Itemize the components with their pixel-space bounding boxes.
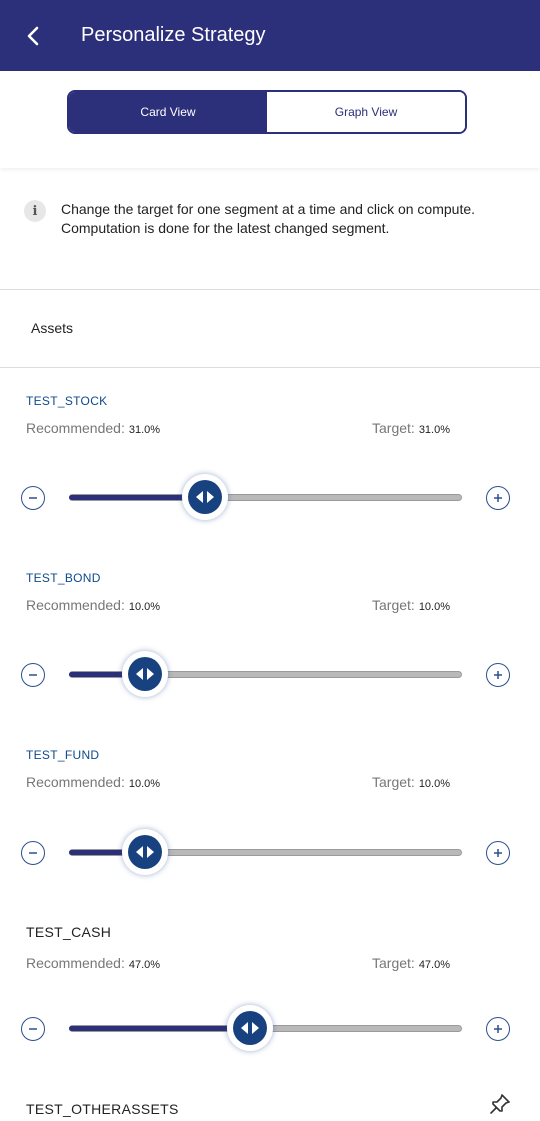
back-button[interactable] xyxy=(22,24,46,48)
decrease-button[interactable] xyxy=(21,663,45,687)
segment-name: TEST_STOCK xyxy=(26,394,108,408)
segment-card: TEST_FUND Recommended: 10.0% Target: 10.0% xyxy=(0,748,540,908)
decrease-button[interactable] xyxy=(21,1017,45,1041)
increase-button[interactable] xyxy=(486,1017,510,1041)
recommended-value: Recommended: 31.0% xyxy=(26,420,161,436)
assets-heading: Assets xyxy=(31,320,74,336)
plus-circle-icon xyxy=(494,671,502,679)
minus-circle-icon xyxy=(29,674,37,676)
increase-button[interactable] xyxy=(486,663,510,687)
view-toggle-area: Card View Graph View xyxy=(0,71,540,168)
divider xyxy=(0,367,540,368)
segment-card: TEST_BOND Recommended: 10.0% Target: 10.0% xyxy=(0,571,540,731)
view-toggle: Card View Graph View xyxy=(67,90,467,134)
segment-card: TEST_STOCK Recommended: 31.0% Target: 31.0… xyxy=(0,394,540,554)
target-value: Target: 47.0% xyxy=(372,955,451,971)
target-value: Target: 10.0% xyxy=(372,774,451,790)
tab-card-view[interactable]: Card View xyxy=(69,92,267,132)
app-bar: Personalize Strategy xyxy=(0,0,540,71)
slider-thumb[interactable] xyxy=(122,829,169,875)
divider xyxy=(0,289,540,290)
slider-fill xyxy=(69,495,195,500)
segment-card: TEST_CASH Recommended: 47.0% Target: 47.0% xyxy=(0,924,540,1084)
info-icon: i xyxy=(24,200,46,222)
segment-name: TEST_CASH xyxy=(26,924,112,940)
minus-circle-icon xyxy=(29,852,37,854)
slider-thumb[interactable] xyxy=(181,474,228,520)
slider-thumb[interactable] xyxy=(227,1005,273,1051)
increase-button[interactable] xyxy=(486,486,510,510)
plus-circle-icon xyxy=(494,1025,502,1033)
target-value: Target: 31.0% xyxy=(372,420,451,436)
target-value: Target: 10.0% xyxy=(372,597,451,613)
recommended-value: Recommended: 47.0% xyxy=(26,955,161,971)
left-right-arrows-icon xyxy=(136,668,155,680)
recommended-value: Recommended: 10.0% xyxy=(26,774,161,790)
segment-name: TEST_BOND xyxy=(26,571,101,585)
left-right-arrows-icon xyxy=(241,1022,259,1034)
segment-name: TEST_FUND xyxy=(26,748,100,762)
slider-fill xyxy=(69,1026,240,1031)
left-right-arrows-icon xyxy=(136,846,155,858)
plus-circle-icon xyxy=(494,849,502,857)
segment-name: TEST_OTHERASSETS xyxy=(26,1101,179,1117)
plus-circle-icon xyxy=(494,494,502,502)
chevron-left-icon xyxy=(27,26,39,45)
left-right-arrows-icon xyxy=(195,491,214,503)
slider-thumb[interactable] xyxy=(122,651,169,697)
info-text: Change the target for one segment at a t… xyxy=(61,201,476,236)
decrease-button[interactable] xyxy=(21,486,45,510)
minus-circle-icon xyxy=(29,497,37,499)
pin-button[interactable] xyxy=(488,1092,512,1116)
minus-circle-icon xyxy=(29,1028,37,1030)
info-banner: i Change the target for one segment at a… xyxy=(24,200,514,238)
tab-graph-view[interactable]: Graph View xyxy=(267,92,465,132)
page-title: Personalize Strategy xyxy=(81,24,266,46)
increase-button[interactable] xyxy=(486,841,510,865)
recommended-value: Recommended: 10.0% xyxy=(26,597,161,613)
pin-icon xyxy=(490,1094,510,1114)
decrease-button[interactable] xyxy=(21,841,45,865)
